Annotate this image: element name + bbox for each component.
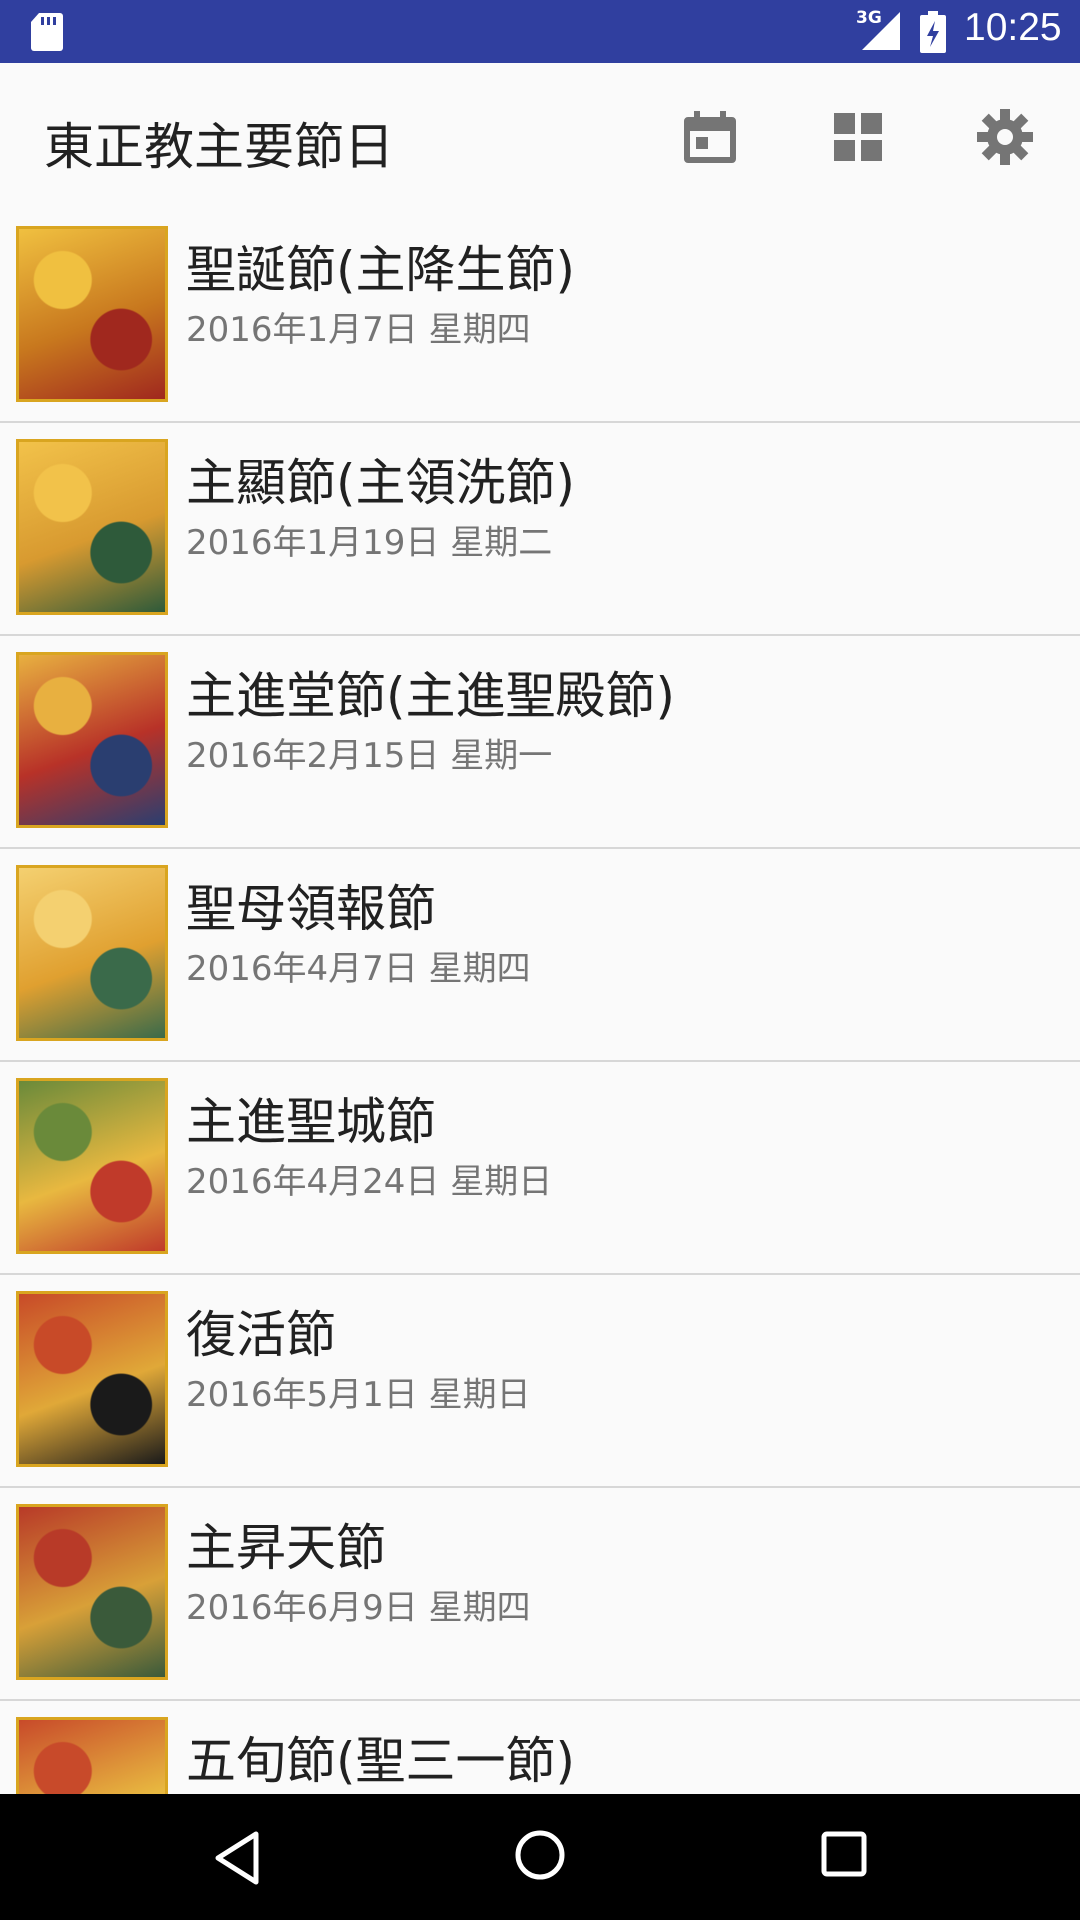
feast-date: 2016年1月7日 星期四 <box>186 310 531 350</box>
navigation-bar <box>0 1794 1080 1920</box>
signal-icon <box>862 12 900 50</box>
feast-icon-image <box>16 1504 168 1680</box>
feast-date: 2016年1月19日 星期二 <box>186 523 553 563</box>
feast-name: 主昇天節 <box>186 1519 386 1577</box>
feast-icon-image <box>16 439 168 615</box>
feast-date: 2016年6月9日 星期四 <box>186 1588 531 1628</box>
feast-date: 2016年5月1日 星期日 <box>186 1375 531 1415</box>
gear-icon[interactable] <box>975 107 1035 167</box>
feast-name: 主進聖城節 <box>186 1093 436 1151</box>
calendar-icon[interactable] <box>680 107 740 167</box>
feast-icon-image <box>16 226 168 402</box>
home-icon[interactable] <box>514 1829 566 1881</box>
feast-icon-image <box>16 1291 168 1467</box>
feast-name: 聖誕節(主降生節) <box>186 241 576 299</box>
feast-list-item[interactable]: 聖母領報節 2016年4月7日 星期四 <box>0 849 1080 1062</box>
back-icon[interactable] <box>212 1830 262 1886</box>
feast-icon-image <box>16 652 168 828</box>
feast-icon-image <box>16 1078 168 1254</box>
feast-list-item[interactable]: 主進聖城節 2016年4月24日 星期日 <box>0 1062 1080 1275</box>
grid-icon[interactable] <box>828 107 888 167</box>
feast-name: 復活節 <box>186 1306 336 1364</box>
feast-name: 主進堂節(主進聖殿節) <box>186 667 676 725</box>
feast-name: 聖母領報節 <box>186 880 436 938</box>
status-clock: 10:25 <box>964 6 1062 49</box>
feast-icon-image <box>16 1717 168 1794</box>
recents-icon[interactable] <box>820 1830 868 1878</box>
feast-date: 2016年4月24日 星期日 <box>186 1162 553 1202</box>
feast-date: 2016年2月15日 星期一 <box>186 736 553 776</box>
status-bar: 3G 10:25 <box>0 0 1080 63</box>
feast-list-item[interactable]: 主進堂節(主進聖殿節) 2016年2月15日 星期一 <box>0 636 1080 849</box>
battery-charging-icon <box>920 11 946 53</box>
feast-date: 2016年4月7日 星期四 <box>186 949 531 989</box>
sd-card-icon <box>31 13 63 51</box>
feast-list-item[interactable]: 主昇天節 2016年6月9日 星期四 <box>0 1488 1080 1701</box>
feast-list[interactable]: 聖誕節(主降生節) 2016年1月7日 星期四 主顯節(主領洗節) 2016年1… <box>0 210 1080 1794</box>
feast-list-item[interactable]: 聖誕節(主降生節) 2016年1月7日 星期四 <box>0 210 1080 423</box>
feast-icon-image <box>16 865 168 1041</box>
app-title: 東正教主要節日 <box>44 118 394 176</box>
feast-name: 主顯節(主領洗節) <box>186 454 576 512</box>
feast-list-item[interactable]: 五旬節(聖三一節) <box>0 1701 1080 1794</box>
app-bar: 東正教主要節日 <box>0 63 1080 210</box>
feast-name: 五旬節(聖三一節) <box>186 1732 576 1790</box>
feast-list-item[interactable]: 主顯節(主領洗節) 2016年1月19日 星期二 <box>0 423 1080 636</box>
feast-list-item[interactable]: 復活節 2016年5月1日 星期日 <box>0 1275 1080 1488</box>
